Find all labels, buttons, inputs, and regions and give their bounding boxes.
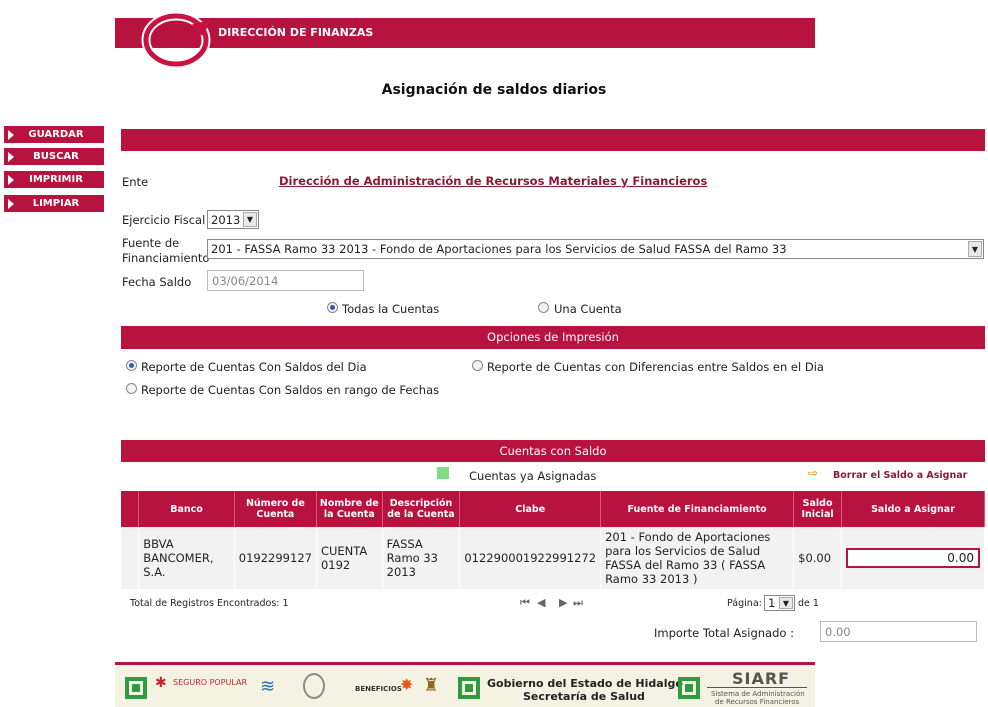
opt-rango-radio[interactable] [126, 383, 137, 394]
ejercicio-label: Ejercicio Fiscal [122, 213, 206, 227]
print-options-bar: Opciones de Impresión [121, 326, 985, 349]
col-selector [121, 491, 140, 527]
fecha-input[interactable]: 03/06/2014 [207, 270, 364, 291]
first-page-icon[interactable]: ⏮ [520, 596, 530, 610]
siarf-logo: SIARF [732, 669, 791, 688]
cell-saldo-asignar: 0.00 [841, 527, 985, 589]
hidalgo-logo-icon-3 [678, 677, 700, 699]
limpiar-label: LIMPIAR [32, 198, 80, 209]
pagina-label: Página: [727, 598, 762, 609]
legend-swatch [437, 467, 449, 479]
ejercicio-select[interactable]: 2013 ▼ [207, 210, 259, 229]
saldo-asignar-input[interactable]: 0.00 [846, 548, 980, 568]
una-cuenta-label: Una Cuenta [554, 302, 622, 316]
finanzas-logo [141, 11, 212, 68]
pagina-value: 1 [768, 596, 776, 610]
coat-of-arms-icon: ♜ [423, 675, 440, 696]
col-banco: Banco [138, 491, 235, 527]
erase-icon[interactable]: ⇨ [808, 466, 818, 480]
chevron-down-icon: ▼ [779, 597, 793, 609]
col-nombre: Nombre de la Cuenta [316, 491, 383, 527]
ejercicio-value: 2013 [211, 212, 241, 227]
limpiar-button[interactable]: LIMPIAR [4, 195, 104, 212]
footer: ✱ SEGURO POPULAR ≋ BENEFICIOS ✸ ♜ Gobier… [115, 662, 815, 707]
chevron-down-icon: ▼ [968, 241, 982, 257]
secretaria-text: Secretaría de Salud [523, 690, 645, 703]
pagina-select[interactable]: 1 ▼ [764, 595, 795, 611]
cuentas-table: Banco Número de Cuenta Nombre de la Cuen… [121, 491, 985, 589]
siarf-divider [707, 687, 807, 688]
opt-saldos-dia-radio[interactable] [126, 360, 137, 371]
legend-label: Cuentas ya Asignadas [469, 469, 597, 483]
header-title: DIRECCIÓN DE FINANZAS [218, 26, 374, 39]
col-numero: Número de Cuenta [234, 491, 317, 527]
row-selector[interactable] [121, 527, 140, 589]
cell-nombre: CUENTA 0192 [316, 527, 383, 589]
cell-numero: 0192299127 [234, 527, 317, 589]
siarf-sub-1: Sistema de Administración [711, 690, 805, 698]
col-clabe: Clabe [459, 491, 602, 527]
prev-page-icon[interactable]: ◀ [537, 596, 545, 609]
fuente-label-1: Fuente de [122, 236, 180, 250]
fuente-select[interactable]: 201 - FASSA Ramo 33 2013 - Fondo de Apor… [207, 239, 984, 259]
hidalgo-logo-icon-2 [458, 677, 480, 699]
buscar-label: BUSCAR [33, 151, 79, 162]
col-saldo-asignar: Saldo a Asignar [841, 491, 985, 527]
form-header-bar [121, 129, 985, 151]
imprimir-button[interactable]: IMPRIMIR [4, 171, 104, 188]
opt-diferencias-label: Reporte de Cuentas con Diferencias entre… [487, 360, 824, 374]
borrar-saldo-link[interactable]: Borrar el Saldo a Asignar [833, 470, 967, 481]
todas-cuentas-radio[interactable] [327, 302, 338, 313]
una-cuenta-radio[interactable] [538, 302, 549, 313]
ente-label: Ente [122, 175, 149, 189]
cell-saldo-inicial: $0.00 [793, 527, 842, 589]
fuente-label-2: Financiamiento [122, 251, 210, 265]
next-page-icon[interactable]: ▶ [559, 596, 567, 609]
table-header-row: Banco Número de Cuenta Nombre de la Cuen… [121, 491, 985, 527]
chevron-down-icon: ▼ [243, 212, 257, 227]
page-title: Asignación de saldos diarios [381, 82, 607, 98]
col-saldo-inicial: Saldo Inicial [793, 491, 842, 527]
cell-descripcion: FASSA Ramo 33 2013 [382, 527, 461, 589]
mexico-map-icon [303, 673, 325, 699]
beneficios-logo: BENEFICIOS [355, 685, 402, 693]
todas-cuentas-label: Todas la Cuentas [342, 302, 440, 316]
hidalgo-logo-icon [125, 677, 147, 699]
buscar-button[interactable]: BUSCAR [4, 148, 104, 165]
cell-clabe: 012290001922991272 [459, 527, 602, 589]
table-row[interactable]: BBVA BANCOMER, S.A. 0192299127 CUENTA 01… [121, 527, 985, 589]
last-page-icon[interactable]: ⏭ [573, 596, 583, 610]
ente-link[interactable]: Dirección de Administración de Recursos … [279, 174, 707, 188]
cuentas-bar: Cuentas con Saldo [121, 440, 985, 462]
col-fuente: Fuente de Financiamiento [600, 491, 795, 527]
seguro-popular-logo: SEGURO POPULAR [173, 678, 248, 687]
fecha-label: Fecha Saldo [122, 275, 192, 289]
total-registros: Total de Registros Encontrados: 1 [130, 598, 289, 609]
hospital-logo-icon: ≋ [260, 676, 276, 697]
importe-label: Importe Total Asignado : [654, 626, 794, 640]
col-descripcion: Descripción de la Cuenta [382, 491, 461, 527]
opt-diferencias-radio[interactable] [472, 360, 483, 371]
guardar-button[interactable]: GUARDAR [4, 126, 104, 143]
fuente-value: 201 - FASSA Ramo 33 2013 - Fondo de Apor… [211, 242, 787, 256]
imprimir-label: IMPRIMIR [29, 174, 83, 185]
seguro-popular-icon: ✱ [155, 675, 167, 691]
cell-banco: BBVA BANCOMER, S.A. [138, 527, 235, 589]
star-icon: ✸ [400, 675, 414, 694]
siarf-sub-2: de Recursos Financieros [715, 698, 800, 706]
opt-rango-label: Reporte de Cuentas Con Saldos en rango d… [141, 383, 440, 397]
cell-fuente: 201 - Fondo de Aportaciones para los Ser… [600, 527, 795, 589]
importe-input: 0.00 [820, 621, 977, 642]
guardar-label: GUARDAR [28, 129, 84, 140]
opt-saldos-dia-label: Reporte de Cuentas Con Saldos del Dia [141, 360, 367, 374]
pagina-de: de 1 [798, 598, 819, 609]
gobierno-text: Gobierno del Estado de Hidalgo [487, 677, 683, 690]
